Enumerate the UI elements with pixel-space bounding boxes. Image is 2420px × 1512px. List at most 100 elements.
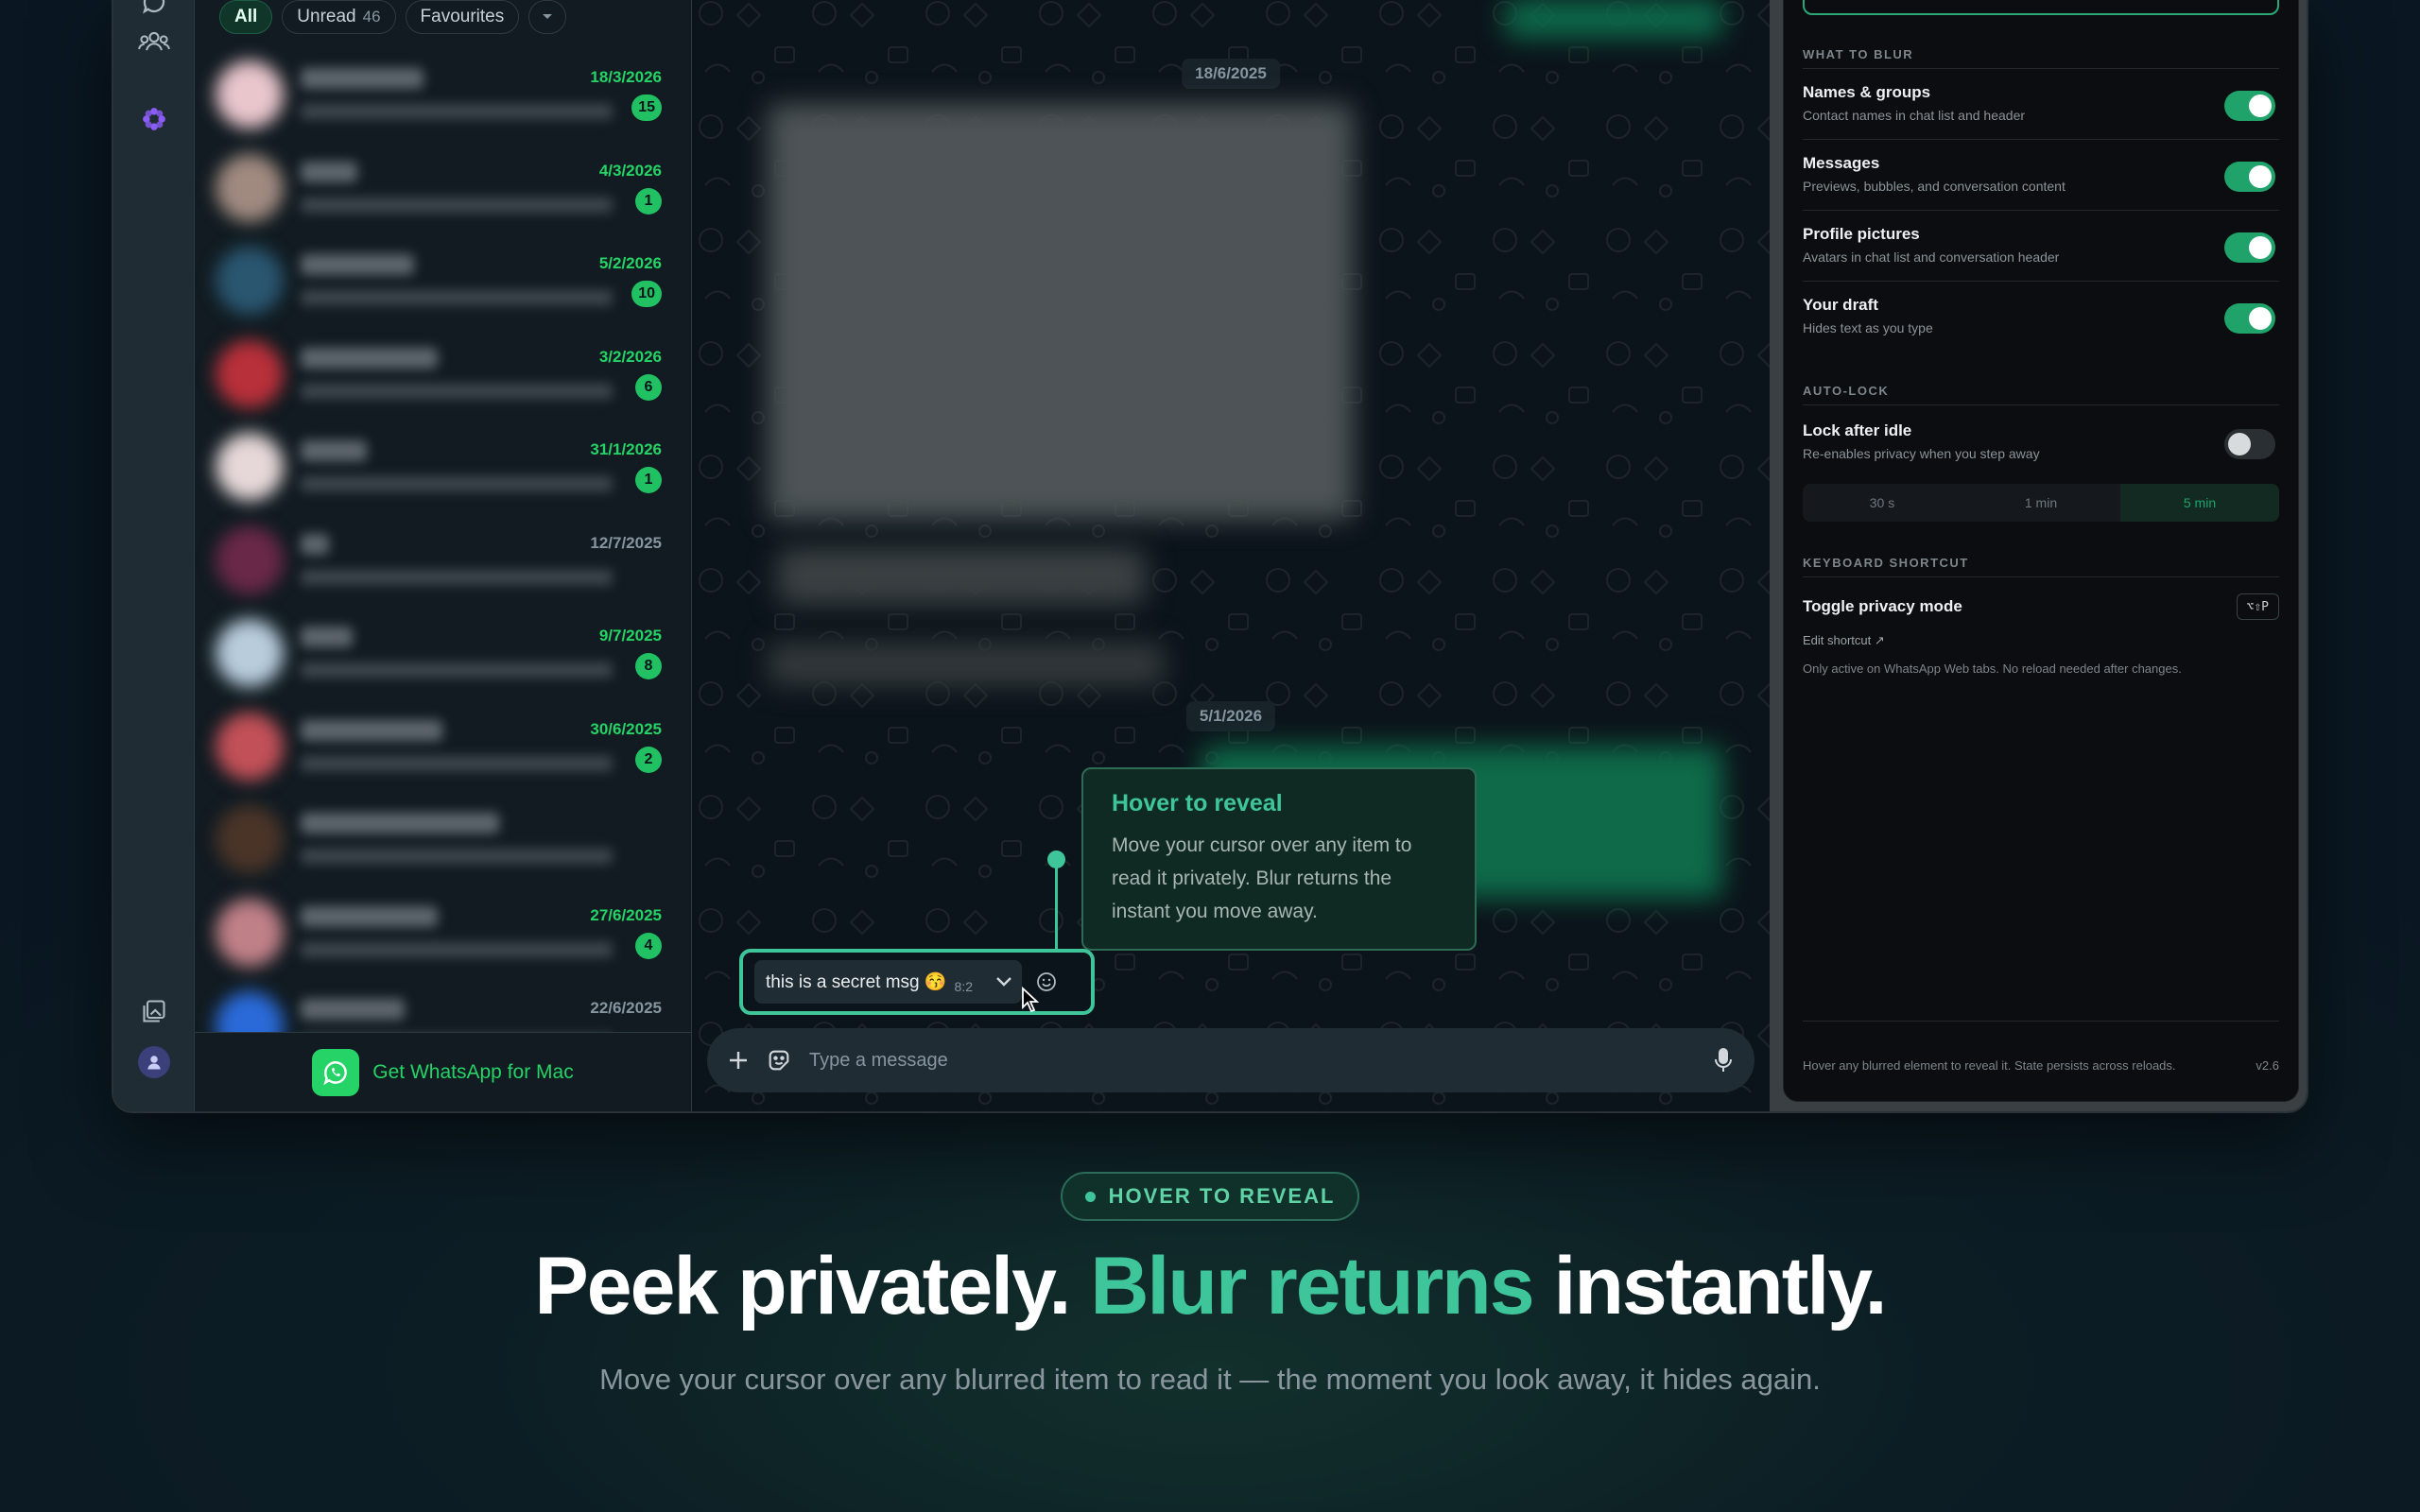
chat-date: 12/7/2025 — [590, 533, 662, 552]
profile-avatar[interactable] — [137, 1045, 171, 1079]
divider — [1803, 210, 2279, 211]
idle-duration-selector: 30 s 1 min 5 min — [1803, 484, 2279, 522]
headline-part-2: instantly. — [1553, 1241, 1887, 1332]
extension-panel-frame: WHAT TO BLUR Names & groups Contact name… — [1770, 0, 2307, 1111]
blurred-message-preview — [301, 662, 613, 678]
blurred-contact-name — [301, 627, 353, 647]
contact-avatar — [216, 433, 284, 501]
chevron-down-icon[interactable] — [995, 976, 1012, 988]
plus-icon[interactable] — [728, 1050, 749, 1071]
chat-date: 27/6/2025 — [590, 905, 662, 924]
blurred-message-preview — [301, 290, 613, 305]
communities-icon[interactable] — [137, 25, 171, 59]
chat-row[interactable]: 9/7/2025 8 — [195, 604, 692, 696]
section-what-to-blur: WHAT TO BLUR — [1803, 47, 1914, 61]
hover-tooltip: Hover to reveal Move your cursor over an… — [1081, 767, 1477, 951]
option-desc: Hides text as you type — [1803, 320, 1933, 335]
microphone-icon[interactable] — [1713, 1047, 1734, 1074]
chat-date: 22/6/2025 — [590, 999, 662, 1017]
filter-all[interactable]: All — [219, 0, 273, 34]
duration-30s[interactable]: 30 s — [1803, 484, 1962, 522]
filter-more-dropdown[interactable] — [528, 0, 567, 34]
chat-row[interactable]: 3/2/2026 6 — [195, 325, 692, 418]
chat-row[interactable]: 12/7/2025 — [195, 511, 692, 604]
option-desc: Contact names in chat list and header — [1803, 108, 2026, 123]
chats-icon[interactable] — [137, 0, 171, 19]
unread-badge: 15 — [631, 94, 662, 121]
divider — [1803, 281, 2279, 282]
chat-date: 5/2/2026 — [598, 254, 662, 272]
tooltip-title: Hover to reveal — [1112, 790, 1283, 816]
blurred-contact-name — [301, 440, 367, 461]
feature-tag: HOVER TO REVEAL — [1061, 1172, 1359, 1221]
option-lock-after-idle: Lock after idle Re-enables privacy when … — [1803, 421, 2279, 461]
blurred-message-preview — [301, 104, 613, 119]
option-title: Toggle privacy mode — [1803, 597, 1962, 615]
lock-after-idle-toggle[interactable] — [2224, 429, 2275, 459]
message-input[interactable]: Type a message — [809, 1050, 1696, 1072]
tooltip-body: Move your cursor over any item to read i… — [1112, 834, 1412, 922]
option-title: Names & groups — [1803, 83, 1931, 101]
chat-row[interactable]: 4/3/2026 1 — [195, 139, 692, 232]
option-desc: Re-enables privacy when you step away — [1803, 446, 2040, 461]
option-names-groups: Names & groups Contact names in chat lis… — [1803, 83, 2279, 123]
blurred-incoming-message[interactable] — [768, 104, 1354, 520]
divider — [1803, 68, 2279, 69]
privacy-settings-panel: WHAT TO BLUR Names & groups Contact name… — [1783, 0, 2299, 1102]
contact-avatar — [216, 805, 284, 873]
filter-unread-label: Unread — [297, 7, 356, 26]
headline-accent: Blur returns — [1090, 1241, 1534, 1332]
duration-5min[interactable]: 5 min — [2120, 484, 2279, 522]
blurred-outgoing-message[interactable] — [1505, 0, 1722, 38]
section-keyboard-shortcut: KEYBOARD SHORTCUT — [1803, 556, 1969, 570]
chat-row[interactable]: 30/6/2025 2 — [195, 697, 692, 790]
unread-badge: 8 — [635, 653, 662, 679]
blurred-contact-name — [301, 999, 405, 1020]
your-draft-toggle[interactable] — [2224, 303, 2275, 334]
get-whatsapp-mac-banner[interactable]: Get WhatsApp for Mac — [195, 1032, 691, 1111]
blurred-message[interactable] — [768, 643, 1165, 686]
chat-date: 30/6/2025 — [590, 719, 662, 738]
chat-row[interactable]: 31/1/2026 1 — [195, 418, 692, 510]
profile-pictures-toggle[interactable] — [2224, 232, 2275, 263]
blurred-contact-name — [301, 161, 357, 182]
blurred-link-preview[interactable] — [777, 548, 1146, 605]
edit-shortcut-link[interactable]: Edit shortcut ↗ — [1803, 633, 1885, 648]
sticker-icon[interactable] — [766, 1047, 792, 1074]
option-toggle-privacy: Toggle privacy mode — [1803, 597, 2279, 616]
filter-unread[interactable]: Unread 46 — [282, 0, 396, 34]
chat-row[interactable]: 5/2/2026 10 — [195, 232, 692, 324]
panel-footer: Hover any blurred element to reveal it. … — [1803, 1058, 2279, 1073]
media-gallery-icon[interactable] — [137, 994, 171, 1028]
messages-toggle[interactable] — [2224, 162, 2275, 192]
divider — [1803, 576, 2279, 577]
chat-date: 3/2/2026 — [598, 347, 662, 366]
unread-badge: 1 — [635, 467, 662, 493]
option-title: Your draft — [1803, 296, 1878, 314]
option-desc: Previews, bubbles, and conversation cont… — [1803, 179, 2066, 194]
blurred-contact-name — [301, 68, 424, 89]
filter-favourites-label: Favourites — [420, 7, 505, 26]
panel-top-control[interactable] — [1803, 0, 2279, 15]
chat-row[interactable]: 27/6/2025 4 — [195, 884, 692, 976]
chat-row[interactable] — [195, 790, 692, 883]
names-groups-toggle[interactable] — [2224, 91, 2275, 121]
contact-avatar — [216, 153, 284, 222]
contact-avatar — [216, 247, 284, 315]
option-profile-pictures: Profile pictures Avatars in chat list an… — [1803, 225, 2279, 265]
mouse-cursor-icon — [1022, 987, 1040, 1013]
blurred-contact-name — [301, 254, 414, 275]
privacy-extension-icon[interactable] — [137, 102, 171, 136]
duration-1min[interactable]: 1 min — [1962, 484, 2120, 522]
blurred-message-preview — [301, 849, 613, 864]
tag-dot — [1084, 1191, 1096, 1202]
tooltip-connector — [1055, 862, 1058, 951]
blurred-message-preview — [301, 569, 613, 585]
message-bubble[interactable]: this is a secret msg 😚 8:2 — [754, 960, 1023, 1004]
tag-label: HOVER TO REVEAL — [1108, 1184, 1336, 1208]
filter-favourites[interactable]: Favourites — [405, 0, 520, 34]
chat-row[interactable]: 18/3/2026 15 — [195, 45, 692, 138]
option-title: Lock after idle — [1803, 421, 1912, 439]
blurred-contact-name — [301, 533, 329, 555]
contact-avatar — [216, 525, 284, 594]
